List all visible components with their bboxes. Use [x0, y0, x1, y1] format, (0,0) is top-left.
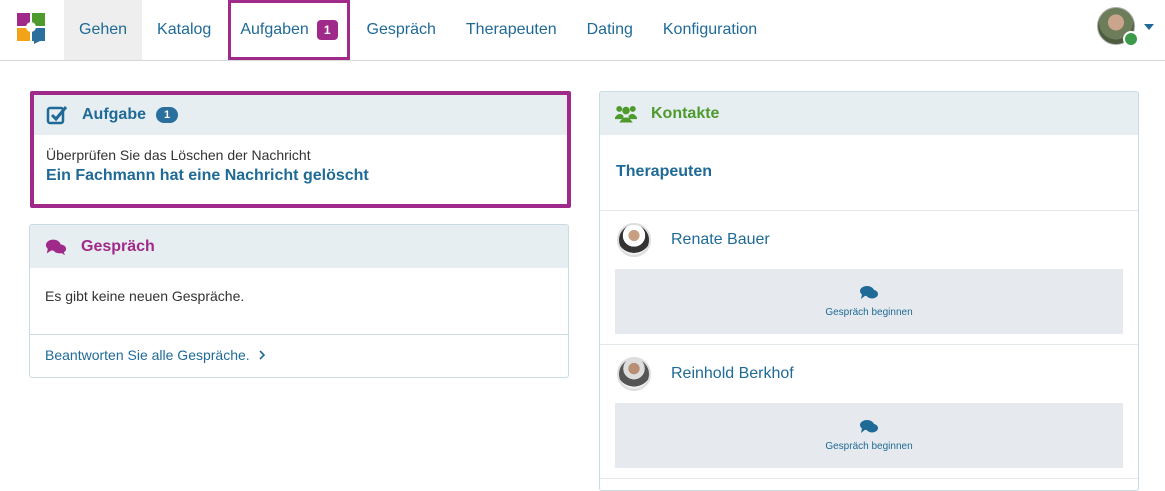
checkbox-icon: [46, 104, 68, 126]
contacts-card-title: Kontakte: [651, 104, 720, 122]
main-nav: Gehen Katalog Aufgaben 1 Gespräch Therap…: [64, 0, 772, 60]
eye-icon: [1123, 31, 1139, 47]
start-conversation-button[interactable]: Gespräch beginnen: [615, 403, 1123, 468]
task-subtitle: Überprüfen Sie das Löschen der Nachricht: [46, 147, 311, 163]
chat-card: Gespräch Es gibt keine neuen Gespräche. …: [29, 224, 569, 378]
contact-name[interactable]: Renate Bauer: [671, 231, 770, 249]
task-link[interactable]: Ein Fachmann hat eine Nachricht gelöscht: [46, 167, 555, 185]
nav-therapeuten-label: Therapeuten: [465, 21, 557, 38]
app-logo[interactable]: [16, 12, 46, 44]
comments-icon: [860, 286, 878, 299]
nav-konfiguration[interactable]: Konfiguration: [648, 0, 772, 60]
task-card-title: Aufgabe: [82, 106, 146, 123]
chat-card-title: Gespräch: [81, 237, 155, 255]
task-body: Überprüfen Sie das Löschen der Nachricht…: [34, 135, 567, 197]
chevron-right-icon: [259, 347, 266, 363]
nav-katalog-label: Katalog: [157, 21, 212, 38]
start-conversation-button[interactable]: Gespräch beginnen: [615, 269, 1123, 334]
contact-item: Renate Bauer Gespräch beginnen: [600, 211, 1138, 345]
users-icon: [615, 103, 637, 125]
contact-avatar[interactable]: [617, 357, 651, 391]
contact-avatar[interactable]: [617, 223, 651, 257]
chat-empty-message: Es gibt keine neuen Gespräche.: [30, 268, 568, 335]
contact-item: Reinhold Berkhof Gespräch beginnen: [600, 345, 1138, 479]
chevron-down-icon[interactable]: [1144, 24, 1154, 30]
top-navbar: Gehen Katalog Aufgaben 1 Gespräch Therap…: [0, 0, 1165, 61]
task-card-header: Aufgabe 1: [34, 95, 567, 135]
nav-aufgaben-label: Aufgaben: [240, 21, 309, 38]
user-avatar[interactable]: [1097, 7, 1139, 47]
aufgaben-count-badge: 1: [316, 20, 338, 40]
nav-aufgaben[interactable]: Aufgaben 1: [228, 0, 350, 60]
contacts-card: Kontakte Therapeuten Renate Bauer Gesprä…: [599, 91, 1139, 491]
nav-gehen-label: Gehen: [79, 21, 128, 38]
contacts-card-header: Kontakte: [600, 92, 1138, 135]
nav-katalog[interactable]: Katalog: [142, 0, 226, 60]
contacts-section-heading: Therapeuten: [600, 135, 1138, 211]
comments-icon: [45, 236, 67, 258]
nav-dating-label: Dating: [586, 21, 633, 38]
task-count-badge: 1: [156, 107, 179, 123]
task-card: Aufgabe 1 Überprüfen Sie das Löschen der…: [30, 91, 571, 208]
chat-card-header: Gespräch: [30, 225, 568, 268]
nav-gehen[interactable]: Gehen: [64, 0, 143, 60]
reply-all-label: Beantworten Sie alle Gespräche.: [45, 347, 250, 363]
reply-all-link[interactable]: Beantworten Sie alle Gespräche.: [30, 335, 568, 375]
contact-name[interactable]: Reinhold Berkhof: [671, 365, 794, 383]
nav-dating[interactable]: Dating: [572, 0, 648, 60]
nav-konfiguration-label: Konfiguration: [662, 21, 758, 38]
comments-icon: [860, 420, 878, 433]
contact-row: Reinhold Berkhof: [615, 357, 1123, 391]
start-conversation-label: Gespräch beginnen: [825, 307, 913, 318]
start-conversation-label: Gespräch beginnen: [825, 441, 913, 452]
nav-gespraech[interactable]: Gespräch: [352, 0, 451, 60]
nav-therapeuten[interactable]: Therapeuten: [451, 0, 572, 60]
nav-gespraech-label: Gespräch: [366, 21, 436, 38]
contact-row: Renate Bauer: [615, 223, 1123, 257]
